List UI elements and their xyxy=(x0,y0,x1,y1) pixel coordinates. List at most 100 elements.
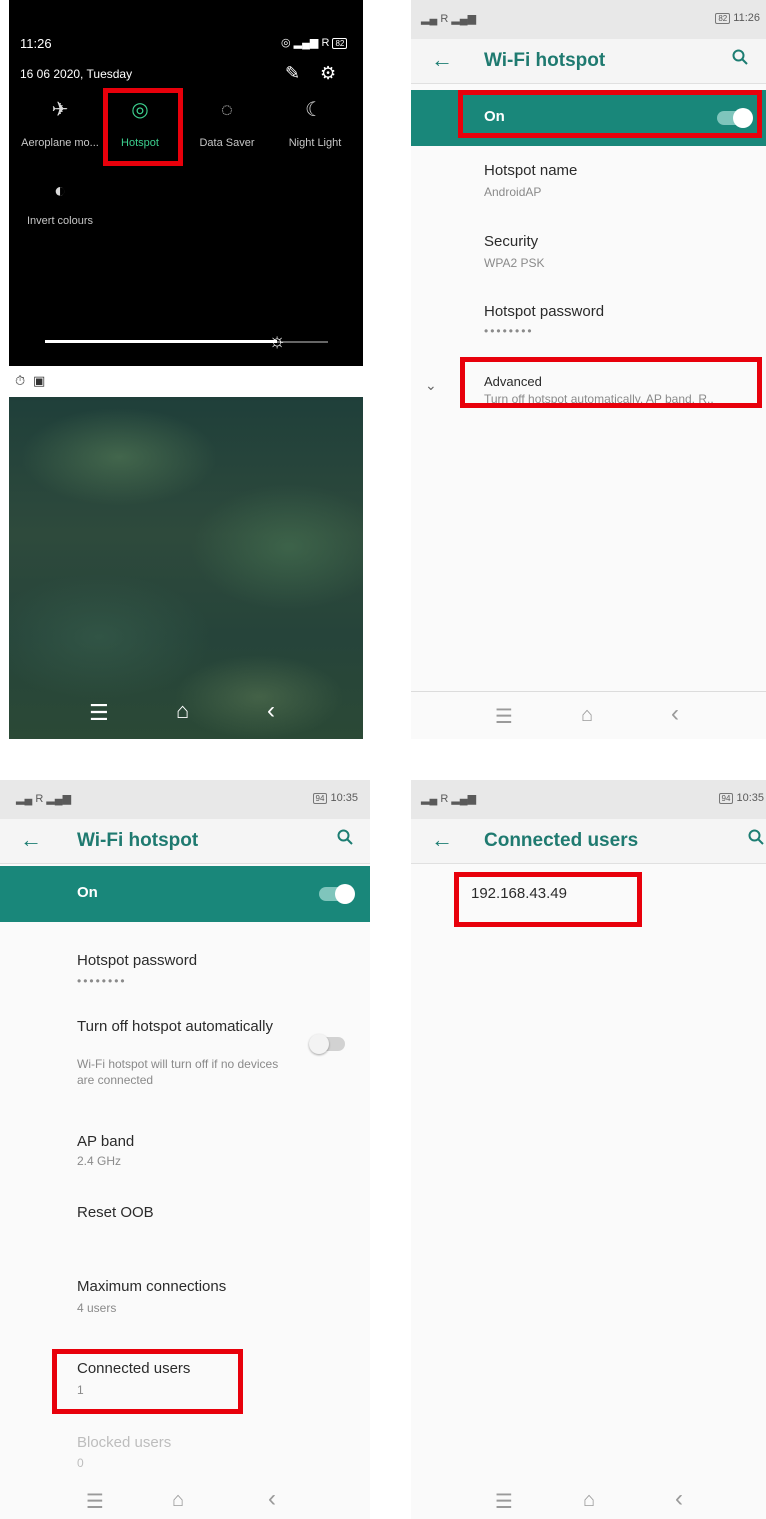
menu-nav-icon[interactable]: ☰ xyxy=(89,700,109,726)
toggle-knob xyxy=(309,1034,329,1054)
page-title: Wi-Fi hotspot xyxy=(77,830,199,851)
tile-label: Invert colours xyxy=(26,215,94,227)
menu-nav-icon[interactable]: ☰ xyxy=(495,1489,513,1514)
wifi-hotspot-advanced-screen: ▂▄ R ▂▄▆ 94 10:35 ← Wi-Fi hotspot On Hot… xyxy=(0,780,370,1519)
item-subtitle: •••••••• xyxy=(484,324,534,338)
battery-icon: 94 xyxy=(718,793,734,804)
item-subtitle: Wi-Fi hotspot will turn off if no device… xyxy=(77,1057,279,1087)
hotspot-toggle[interactable] xyxy=(717,108,753,128)
chevron-down-icon: ⌄ xyxy=(425,377,437,393)
app-bar: ← Connected users xyxy=(411,819,766,864)
status-bar: ▂▄ R ▂▄▆ 94 10:35 xyxy=(0,780,370,819)
search-icon[interactable] xyxy=(748,829,764,845)
notification-strip: ⏱ ▣ xyxy=(9,366,363,397)
item-title: AP band xyxy=(77,1133,135,1150)
search-icon[interactable] xyxy=(337,829,353,845)
hotspot-icon: ◎ xyxy=(131,99,149,121)
item-subtitle: 0 xyxy=(77,1456,84,1470)
page-title: Connected users xyxy=(484,830,639,851)
status-time: 11:26 xyxy=(733,12,760,24)
nav-bar: ☰ ⌂ ‹ xyxy=(411,691,766,739)
status-time: 10:35 xyxy=(736,792,764,804)
hotspot-on-switch-row[interactable]: On xyxy=(411,90,766,146)
auto-off-toggle[interactable] xyxy=(309,1034,345,1054)
on-label: On xyxy=(77,884,98,901)
item-title: Maximum connections xyxy=(77,1278,227,1295)
data-saver-icon: ◌ xyxy=(221,99,233,121)
item-title: Reset OOB xyxy=(77,1204,154,1221)
toggle-knob xyxy=(335,884,355,904)
signal-icon: ▂▄ R ▂▄▆ xyxy=(421,13,477,25)
item-title: Advanced xyxy=(484,374,542,389)
menu-nav-icon[interactable]: ☰ xyxy=(86,1489,104,1514)
nav-bar: ☰ ⌂ ‹ xyxy=(411,1479,766,1519)
tile-label: Night Light xyxy=(288,137,342,149)
quick-settings-panel: 11:26 ◎ ▂▄▆ R 82 16 06 2020, Tuesday ✎ ⚙… xyxy=(9,0,363,739)
wifi-hotspot-screen: ▂▄ R ▂▄▆ 82 11:26 ← Wi-Fi hotspot On Hot… xyxy=(411,0,766,739)
search-icon[interactable] xyxy=(732,49,748,65)
status-time: 10:35 xyxy=(330,792,358,804)
menu-nav-icon[interactable]: ☰ xyxy=(495,704,513,729)
home-nav-icon[interactable]: ⌂ xyxy=(583,1489,595,1512)
back-nav-icon[interactable]: ‹ xyxy=(671,700,679,728)
item-subtitle: 1 xyxy=(77,1383,84,1397)
hotspot-status-icon: ◎ xyxy=(281,37,291,49)
home-nav-icon[interactable]: ⌂ xyxy=(172,1489,184,1512)
settings-gear-icon[interactable]: ⚙ xyxy=(320,63,336,84)
signal-icon: ▂▄ R ▂▄▆ xyxy=(421,793,477,805)
status-time: 11:26 xyxy=(20,36,52,51)
hotspot-toggle[interactable] xyxy=(319,884,355,904)
item-title: Connected users xyxy=(77,1360,191,1377)
item-subtitle: •••••••• xyxy=(77,974,127,988)
signal-icon: ▂▄▆ xyxy=(293,37,319,49)
back-nav-icon[interactable]: ‹ xyxy=(675,1485,683,1513)
back-nav-icon[interactable]: ‹ xyxy=(268,1485,276,1513)
back-nav-icon[interactable]: ‹ xyxy=(267,697,275,725)
screenshot-icon: ▣ xyxy=(33,373,46,388)
hotspot-on-switch-row[interactable]: On xyxy=(0,866,370,922)
timer-icon: ⏱ xyxy=(15,373,26,388)
item-title: Security xyxy=(484,233,539,250)
item-title: Hotspot password xyxy=(484,303,605,320)
back-arrow-icon[interactable]: ← xyxy=(20,827,42,853)
item-title: Blocked users xyxy=(77,1434,172,1451)
item-title: Turn off hotspot automatically xyxy=(77,1018,273,1035)
brightness-sun-icon[interactable]: ☼ xyxy=(265,329,289,353)
app-bar: ← Wi-Fi hotspot xyxy=(411,39,766,84)
status-bar: ▂▄ R ▂▄▆ 94 10:35 xyxy=(411,780,766,819)
status-right: 94 10:35 xyxy=(718,792,764,804)
item-subtitle: 2.4 GHz xyxy=(77,1154,122,1168)
status-icons: ◎ ▂▄▆ R 82 xyxy=(281,36,348,49)
home-nav-icon[interactable]: ⌂ xyxy=(176,698,189,724)
tile-label: Hotspot xyxy=(121,137,159,149)
item-subtitle: Turn off hotspot automatically, AP band,… xyxy=(484,392,714,406)
signal-icon: ▂▄ R ▂▄▆ xyxy=(16,793,72,805)
airplane-icon: ✈ xyxy=(51,99,69,121)
back-arrow-icon[interactable]: ← xyxy=(431,827,453,853)
battery-icon: 94 xyxy=(312,793,328,804)
tile-label: Data Saver xyxy=(199,137,255,149)
item-subtitle: AndroidAP xyxy=(484,185,542,199)
item-title: Hotspot password xyxy=(77,952,198,969)
page-title: Wi-Fi hotspot xyxy=(484,50,606,71)
status-right: 94 10:35 xyxy=(312,792,358,804)
item-subtitle: 4 users xyxy=(77,1301,117,1315)
status-bar: ▂▄ R ▂▄▆ 82 11:26 xyxy=(411,0,766,39)
toggle-knob xyxy=(733,108,753,128)
home-nav-icon[interactable]: ⌂ xyxy=(581,704,593,727)
connected-user-ip[interactable]: 192.168.43.49 xyxy=(471,885,567,902)
brightness-fill xyxy=(45,340,277,343)
connected-users-screen: ▂▄ R ▂▄▆ 94 10:35 ← Connected users 192.… xyxy=(411,780,766,1519)
battery-icon: 82 xyxy=(715,13,731,24)
night-light-icon: ☾ xyxy=(305,99,323,121)
edit-icon[interactable]: ✎ xyxy=(285,63,300,84)
nav-bar: ☰ ⌂ ‹ xyxy=(0,1479,370,1519)
status-date: 16 06 2020, Tuesday xyxy=(20,67,133,81)
status-right: 82 11:26 xyxy=(715,12,760,24)
back-arrow-icon[interactable]: ← xyxy=(431,47,453,73)
item-subtitle: WPA2 PSK xyxy=(484,256,545,270)
on-label: On xyxy=(484,108,505,125)
app-bar: ← Wi-Fi hotspot xyxy=(0,819,370,864)
carrier-label: R xyxy=(321,37,330,49)
battery-icon: 82 xyxy=(332,38,348,49)
